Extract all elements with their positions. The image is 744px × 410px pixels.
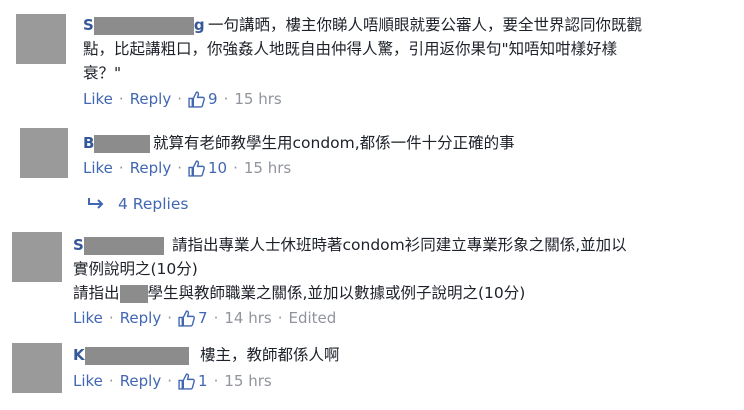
like-count[interactable]: 9 (208, 90, 218, 108)
avatar[interactable] (20, 128, 68, 178)
reply-button[interactable]: Reply (130, 159, 172, 177)
comment-actions: Like · Reply · 1 · 15 hrs (73, 372, 272, 390)
redacted-text (119, 284, 148, 303)
thumbs-up-icon[interactable] (188, 90, 205, 108)
comment-text-line: 請指出 學生與教師職業之關係,並加以數據或例子說明之(10分) (73, 284, 526, 303)
comment-text-line: 衰？" (83, 64, 122, 82)
avatar[interactable] (16, 14, 66, 64)
comment-actions: Like · Reply · 10 · 15 hrs (83, 159, 292, 177)
comment-text-line: 就算有老師教學生用condom,都係一件十分正確的事 (153, 134, 515, 152)
view-replies-link[interactable]: 4 Replies (88, 195, 188, 213)
redacted-name (94, 134, 151, 153)
comment-actions: Like · Reply · 9 · 15 hrs (83, 90, 282, 108)
comment-text-line: 實例說明之(10分) (73, 260, 198, 278)
redacted-name (84, 346, 189, 365)
like-count[interactable]: 10 (208, 159, 227, 177)
comment-actions: Like · Reply · 7 · 14 hrs · Edited (73, 309, 337, 327)
edited-label[interactable]: Edited (288, 309, 336, 327)
timestamp[interactable]: 14 hrs (224, 309, 271, 327)
timestamp[interactable]: 15 hrs (234, 90, 281, 108)
avatar[interactable] (12, 343, 62, 393)
reply-button[interactable]: Reply (130, 90, 172, 108)
like-count[interactable]: 7 (198, 309, 208, 327)
redacted-name (93, 16, 194, 35)
thumbs-up-icon[interactable] (188, 159, 205, 177)
like-button[interactable]: Like (73, 372, 103, 390)
avatar[interactable] (12, 232, 62, 282)
thumbs-up-icon[interactable] (178, 309, 195, 327)
like-button[interactable]: Like (73, 309, 103, 327)
reply-button[interactable]: Reply (120, 309, 162, 327)
like-button[interactable]: Like (83, 90, 113, 108)
comment-text-line: 點，比起講粗口，你強姦人地既自由仲得人驚，引用返你果句"知唔知咁樣好樣 (83, 40, 618, 58)
redacted-name (83, 236, 164, 255)
timestamp[interactable]: 15 hrs (244, 159, 291, 177)
comment-text-line: 一句講晒，樓主你睇人唔順眼就要公審人，要全世界認同你既觀 (208, 16, 643, 34)
like-button[interactable]: Like (83, 159, 113, 177)
like-count[interactable]: 1 (198, 372, 208, 390)
replies-count-label[interactable]: 4 Replies (118, 195, 188, 213)
comment-author-name[interactable]: S (73, 234, 164, 256)
timestamp[interactable]: 15 hrs (224, 372, 271, 390)
reply-button[interactable]: Reply (120, 372, 162, 390)
comment-author-name[interactable]: Sg (83, 14, 205, 36)
thumbs-up-icon[interactable] (178, 372, 195, 390)
comment-author-name[interactable]: K (73, 344, 189, 366)
comment-text-line: 樓主，教師都係人啊 (200, 346, 340, 364)
comment-text-line: 請指出專業人士休班時著condom衫同建立專業形象之關係,並加以 (172, 236, 627, 254)
reply-arrow-icon (88, 198, 104, 209)
comment-author-name[interactable]: B (83, 132, 151, 154)
